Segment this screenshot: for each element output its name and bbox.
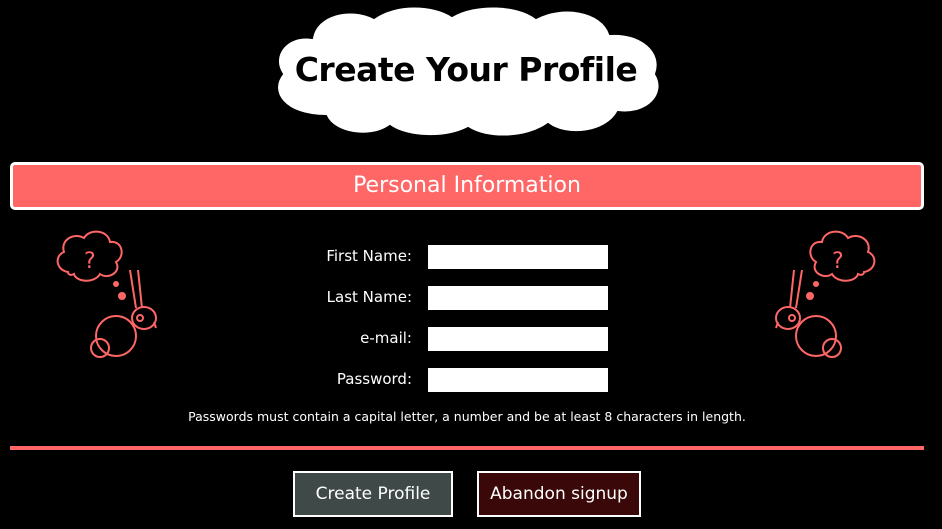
password-row: Password:: [250, 368, 610, 394]
email-label: e-mail:: [360, 329, 412, 347]
last-name-input[interactable]: [428, 286, 608, 310]
email-row: e-mail:: [250, 327, 610, 353]
divider: [10, 446, 924, 450]
svg-text:?: ?: [84, 249, 96, 274]
last-name-row: Last Name:: [250, 286, 610, 312]
email-input[interactable]: [428, 327, 608, 351]
confused-rabbit-icon: ?: [50, 226, 160, 366]
first-name-row: First Name:: [250, 245, 610, 271]
first-name-label: First Name:: [326, 247, 412, 265]
create-profile-button[interactable]: Create Profile: [293, 471, 453, 517]
last-name-label: Last Name:: [326, 288, 412, 306]
first-name-input[interactable]: [428, 245, 608, 269]
abandon-signup-button[interactable]: Abandon signup: [477, 471, 641, 517]
confused-rabbit-icon: ?: [772, 226, 882, 366]
svg-text:?: ?: [832, 249, 844, 274]
section-header: Personal Information: [10, 162, 924, 210]
title-cloud: Create Your Profile: [266, 4, 666, 140]
password-input[interactable]: [428, 368, 608, 392]
password-label: Password:: [336, 370, 412, 388]
password-hint: Passwords must contain a capital letter,…: [188, 409, 746, 424]
page-title: Create Your Profile: [294, 50, 638, 89]
